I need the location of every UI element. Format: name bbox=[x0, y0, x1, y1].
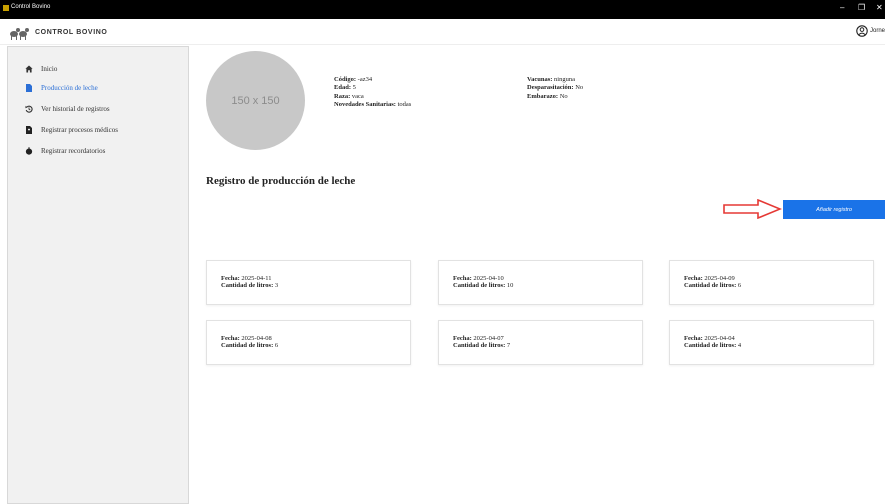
document-icon bbox=[25, 84, 33, 92]
record-card[interactable]: Fecha: 2025-04-11 Cantidad de litros: 3 bbox=[206, 260, 411, 305]
record-card[interactable]: Fecha: 2025-04-04 Cantidad de litros: 4 bbox=[669, 320, 874, 365]
info-desparasitacion: Desparasitación: No bbox=[527, 84, 584, 92]
user-name: Jorne bbox=[869, 28, 885, 34]
reminder-icon bbox=[25, 147, 33, 155]
cow-avatar-placeholder: 150 x 150 bbox=[206, 51, 305, 150]
sidebar-item-produccion-leche[interactable]: Producción de leche bbox=[8, 81, 188, 95]
sidebar-item-recordatorios[interactable]: Registrar recordatorios bbox=[8, 144, 188, 158]
cattle-logo-icon bbox=[10, 28, 29, 40]
user-icon bbox=[856, 25, 868, 37]
add-record-button[interactable]: Añadir registro bbox=[783, 200, 885, 219]
info-edad: Edad: 5 bbox=[334, 84, 356, 92]
sidebar-item-historial[interactable]: Ver historial de registros bbox=[8, 102, 188, 116]
sidebar-item-inicio[interactable]: Inicio bbox=[8, 62, 188, 76]
sidebar-item-procesos-medicos[interactable]: Registrar procesos médicos bbox=[8, 123, 188, 137]
app-icon bbox=[3, 5, 9, 11]
info-codigo: Código: -az34 bbox=[334, 76, 373, 83]
cow-info-primary: Código: -az34 Edad: 5 Raza: vaca Novedad… bbox=[334, 76, 411, 110]
info-raza: Raza: vaca bbox=[334, 92, 364, 100]
info-novedades: Novedades Sanitarias: todas bbox=[334, 101, 412, 109]
app-header: CONTROL BOVINO Jorne bbox=[0, 19, 885, 45]
close-button[interactable]: ✕ bbox=[876, 3, 883, 12]
window-title: Control Bovino bbox=[11, 4, 51, 10]
record-card[interactable]: Fecha: 2025-04-10 Cantidad de litros: 10 bbox=[438, 260, 643, 305]
section-title: Registro de producción de leche bbox=[206, 175, 356, 187]
medical-file-icon bbox=[25, 126, 33, 134]
info-vacunas: Vacunas: ninguna bbox=[527, 76, 575, 83]
user-menu[interactable]: Jorne bbox=[856, 25, 885, 37]
red-arrow-icon bbox=[723, 199, 782, 219]
brand-title: CONTROL BOVINO bbox=[35, 29, 108, 36]
record-card[interactable]: Fecha: 2025-04-08 Cantidad de litros: 6 bbox=[206, 320, 411, 365]
cow-info-secondary: Vacunas: ninguna Desparasitación: No Emb… bbox=[527, 76, 583, 101]
maximize-button[interactable]: ❐ bbox=[858, 3, 865, 12]
window-titlebar: Control Bovino – ❐ ✕ bbox=[0, 0, 885, 19]
history-icon bbox=[25, 105, 33, 113]
record-card[interactable]: Fecha: 2025-04-09 Cantidad de litros: 6 bbox=[669, 260, 874, 305]
record-card[interactable]: Fecha: 2025-04-07 Cantidad de litros: 7 bbox=[438, 320, 643, 365]
home-icon bbox=[25, 65, 33, 73]
sidebar: Inicio Producción de leche Ver historial… bbox=[7, 46, 189, 504]
minimize-button[interactable]: – bbox=[840, 3, 844, 12]
info-embarazo: Embarazo: No bbox=[527, 92, 568, 100]
